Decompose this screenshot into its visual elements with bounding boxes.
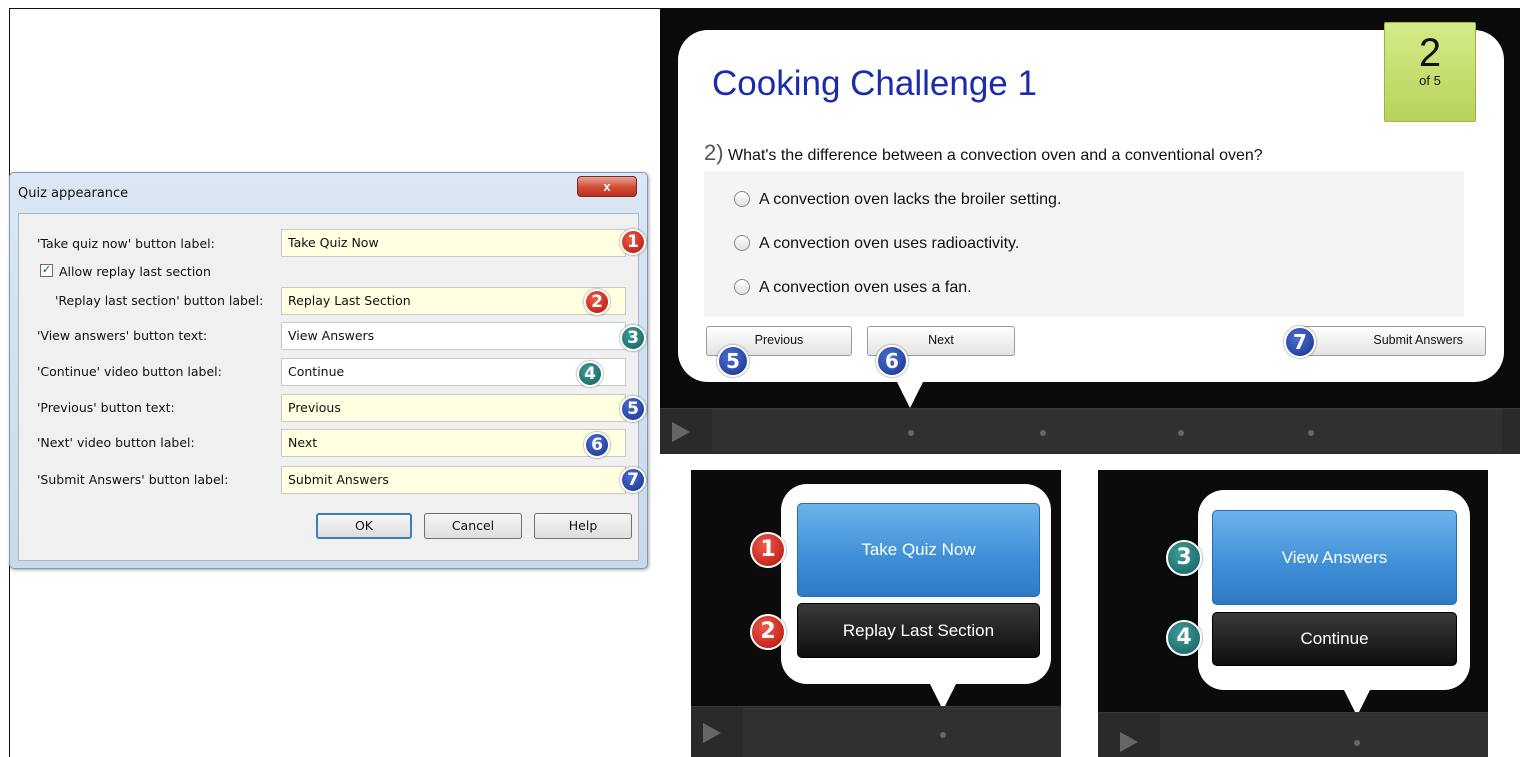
quiz-card: Cooking Challenge 1 2 of 5 2) What's the… — [678, 22, 1504, 382]
allow-replay-checkbox[interactable]: ✓ — [40, 264, 53, 277]
chapter-marker — [1308, 430, 1314, 436]
cancel-button[interactable]: Cancel — [424, 513, 522, 539]
quiz-player: Cooking Challenge 1 2 of 5 2) What's the… — [660, 8, 1520, 454]
continue-field[interactable]: Continue — [281, 358, 626, 386]
dialog-title: Quiz appearance — [18, 186, 129, 201]
answer-option[interactable]: A convection oven uses radioactivity. — [734, 235, 1019, 253]
continue-label: 'Continue' video button label: — [37, 364, 222, 379]
answer-label: A convection oven uses a fan. — [759, 279, 972, 296]
previous-label: 'Previous' button text: — [37, 400, 175, 415]
submit-answers-field[interactable]: Submit Answers — [281, 466, 626, 494]
play-icon[interactable] — [703, 723, 721, 743]
quiz-card-pointer — [896, 380, 924, 408]
take-quiz-label: 'Take quiz now' button label: — [37, 236, 215, 251]
chapter-marker — [908, 430, 914, 436]
submit-answers-button[interactable]: Submit Answers — [1296, 326, 1486, 356]
allow-replay-label: Allow replay last section — [59, 264, 211, 279]
play-icon[interactable] — [672, 422, 690, 442]
next-label: 'Next' video button label: — [37, 435, 195, 450]
quiz-appearance-dialog: Quiz appearance x 'Take quiz now' button… — [9, 172, 648, 569]
play-icon[interactable] — [1120, 732, 1138, 752]
question-number: 2) — [704, 140, 724, 165]
question-counter: 2 of 5 — [1384, 22, 1476, 122]
submit-answers-label: 'Submit Answers' button label: — [37, 472, 229, 487]
progress-track[interactable] — [712, 409, 1502, 452]
marker-6: 6 — [584, 432, 610, 458]
question-counter-total: of 5 — [1419, 73, 1441, 88]
marker-1: 1 — [620, 229, 646, 255]
radio-button-icon[interactable] — [734, 235, 750, 251]
radio-button-icon[interactable] — [734, 279, 750, 295]
marker-1: 1 — [750, 532, 786, 568]
answer-label: A convection oven lacks the broiler sett… — [759, 191, 1062, 208]
replay-last-section-button[interactable]: Replay Last Section — [797, 603, 1040, 658]
answers-progress-track[interactable] — [1160, 714, 1488, 757]
answer-label: A convection oven uses radioactivity. — [759, 235, 1020, 252]
marker-5: 5 — [717, 345, 749, 377]
answers-panel: View Answers Continue — [1098, 470, 1488, 757]
take-quiz-field[interactable]: Take Quiz Now — [281, 229, 626, 257]
dialog-titlebar[interactable]: Quiz appearance x — [10, 173, 647, 211]
question: 2) What's the difference between a conve… — [704, 140, 1263, 166]
chapter-marker — [940, 732, 946, 738]
marker-7: 7 — [1284, 326, 1316, 358]
marker-2: 2 — [750, 614, 786, 650]
dialog-client-area: 'Take quiz now' button label: Take Quiz … — [18, 213, 639, 561]
ok-button[interactable]: OK — [316, 513, 412, 539]
frame-top-line — [9, 8, 660, 9]
answer-option[interactable]: A convection oven uses a fan. — [734, 279, 972, 297]
chapter-marker — [1354, 740, 1360, 746]
chapter-marker — [1040, 430, 1046, 436]
close-button[interactable]: x — [577, 176, 637, 197]
next-field[interactable]: Next — [281, 429, 626, 457]
replay-section-field[interactable]: Replay Last Section — [281, 287, 626, 315]
view-answers-field[interactable]: View Answers — [281, 322, 626, 350]
previous-field[interactable]: Previous — [281, 394, 626, 422]
view-answers-button[interactable]: View Answers — [1212, 510, 1457, 605]
marker-3: 3 — [620, 325, 646, 351]
help-button[interactable]: Help — [534, 513, 632, 539]
chapter-marker — [1178, 430, 1184, 436]
view-answers-label: 'View answers' button text: — [37, 328, 208, 343]
marker-3: 3 — [1166, 540, 1202, 576]
radio-button-icon[interactable] — [734, 191, 750, 207]
question-counter-current: 2 — [1418, 31, 1442, 75]
marker-5: 5 — [620, 396, 646, 422]
intro-progress-track[interactable] — [743, 708, 1061, 757]
question-text: What's the difference between a convecti… — [728, 147, 1263, 164]
answer-option[interactable]: A convection oven lacks the broiler sett… — [734, 191, 1061, 209]
marker-6: 6 — [876, 345, 908, 377]
take-quiz-now-button[interactable]: Take Quiz Now — [797, 503, 1040, 597]
replay-section-label: 'Replay last section' button label: — [55, 293, 264, 308]
marker-4: 4 — [577, 361, 603, 387]
screenshot-canvas: Quiz appearance x 'Take quiz now' button… — [0, 0, 1526, 757]
marker-7: 7 — [620, 467, 646, 493]
answer-list: A convection oven lacks the broiler sett… — [704, 171, 1464, 317]
close-icon: x — [603, 179, 611, 194]
continue-button[interactable]: Continue — [1212, 612, 1457, 666]
intro-panel: Take Quiz Now Replay Last Section — [691, 470, 1061, 757]
marker-4: 4 — [1166, 620, 1202, 656]
quiz-title: Cooking Challenge 1 — [712, 64, 1037, 103]
marker-2: 2 — [584, 289, 610, 315]
